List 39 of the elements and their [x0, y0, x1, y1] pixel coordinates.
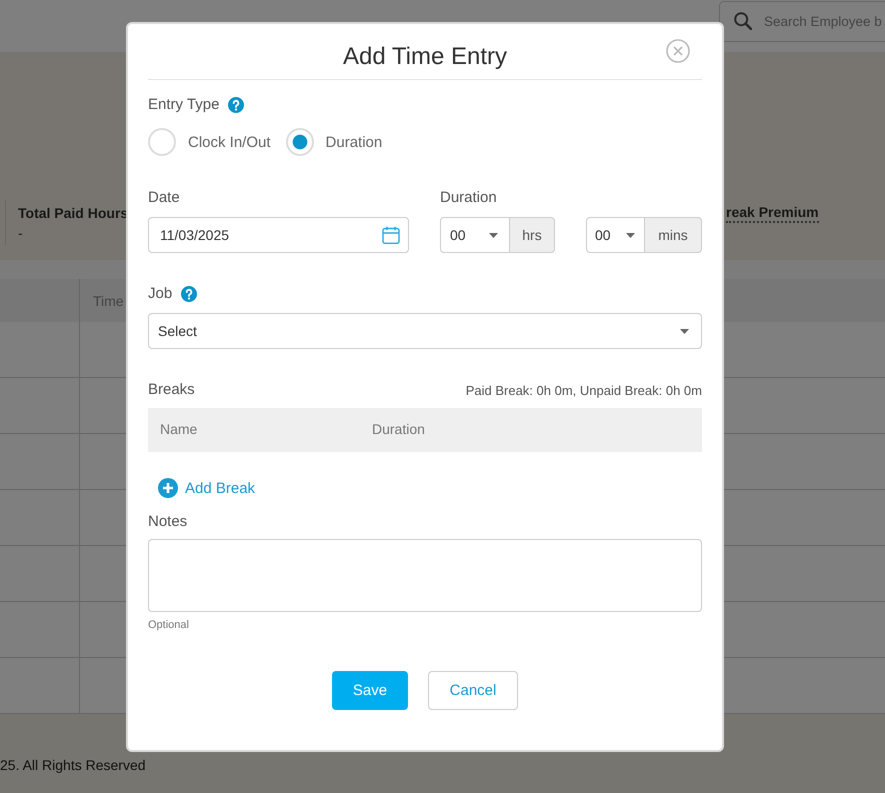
caret-icon [489, 232, 498, 238]
date-field[interactable]: 11/03/2025 [148, 217, 409, 253]
copyright-text: 25. All Rights Reserved [0, 757, 146, 773]
notes-label: Notes [148, 512, 188, 532]
radio-label[interactable]: Clock In/Out [188, 134, 271, 150]
hours-select[interactable]: 00 [440, 217, 510, 253]
add-break-button[interactable]: Add Break [158, 478, 256, 498]
close-button[interactable] [666, 39, 690, 63]
radio-label[interactable]: Duration [326, 134, 382, 150]
plus-circle-icon [158, 478, 178, 498]
notes-hint: Optional [148, 618, 189, 632]
summary-label: reak Premium [726, 204, 819, 223]
radio-button[interactable] [286, 128, 314, 156]
cancel-button[interactable]: Cancel [428, 671, 518, 710]
column-header: Name [160, 421, 198, 437]
notes-field[interactable] [148, 539, 702, 612]
date-label: Date [148, 188, 180, 208]
job-label: Job [148, 284, 172, 304]
radio-button[interactable] [148, 128, 176, 156]
duration-label: Duration [440, 188, 497, 208]
search-icon [734, 12, 752, 30]
breaks-summary: Paid Break: 0h 0m, Unpaid Break: 0h 0m [466, 382, 702, 398]
unit-label: hrs [510, 217, 555, 253]
caret-icon [680, 328, 689, 334]
column-header: Duration [372, 421, 425, 437]
summary-value: - [18, 224, 23, 243]
close-icon [666, 39, 690, 63]
help-icon[interactable] [228, 97, 244, 113]
breaks-label: Breaks [148, 380, 195, 400]
dialog-title: Add Time Entry [342, 42, 508, 72]
unit-label: mins [645, 217, 702, 253]
help-icon[interactable] [181, 286, 198, 302]
job-select[interactable]: Select [148, 313, 702, 349]
entry-type-label: Entry Type [148, 95, 220, 115]
summary-label: Total Paid Hours [18, 204, 128, 223]
search-field[interactable]: Search Employee b [719, 1, 885, 42]
minutes-select[interactable]: 00 [586, 217, 645, 253]
calendar-icon[interactable] [382, 226, 400, 244]
caret-icon [626, 232, 635, 238]
